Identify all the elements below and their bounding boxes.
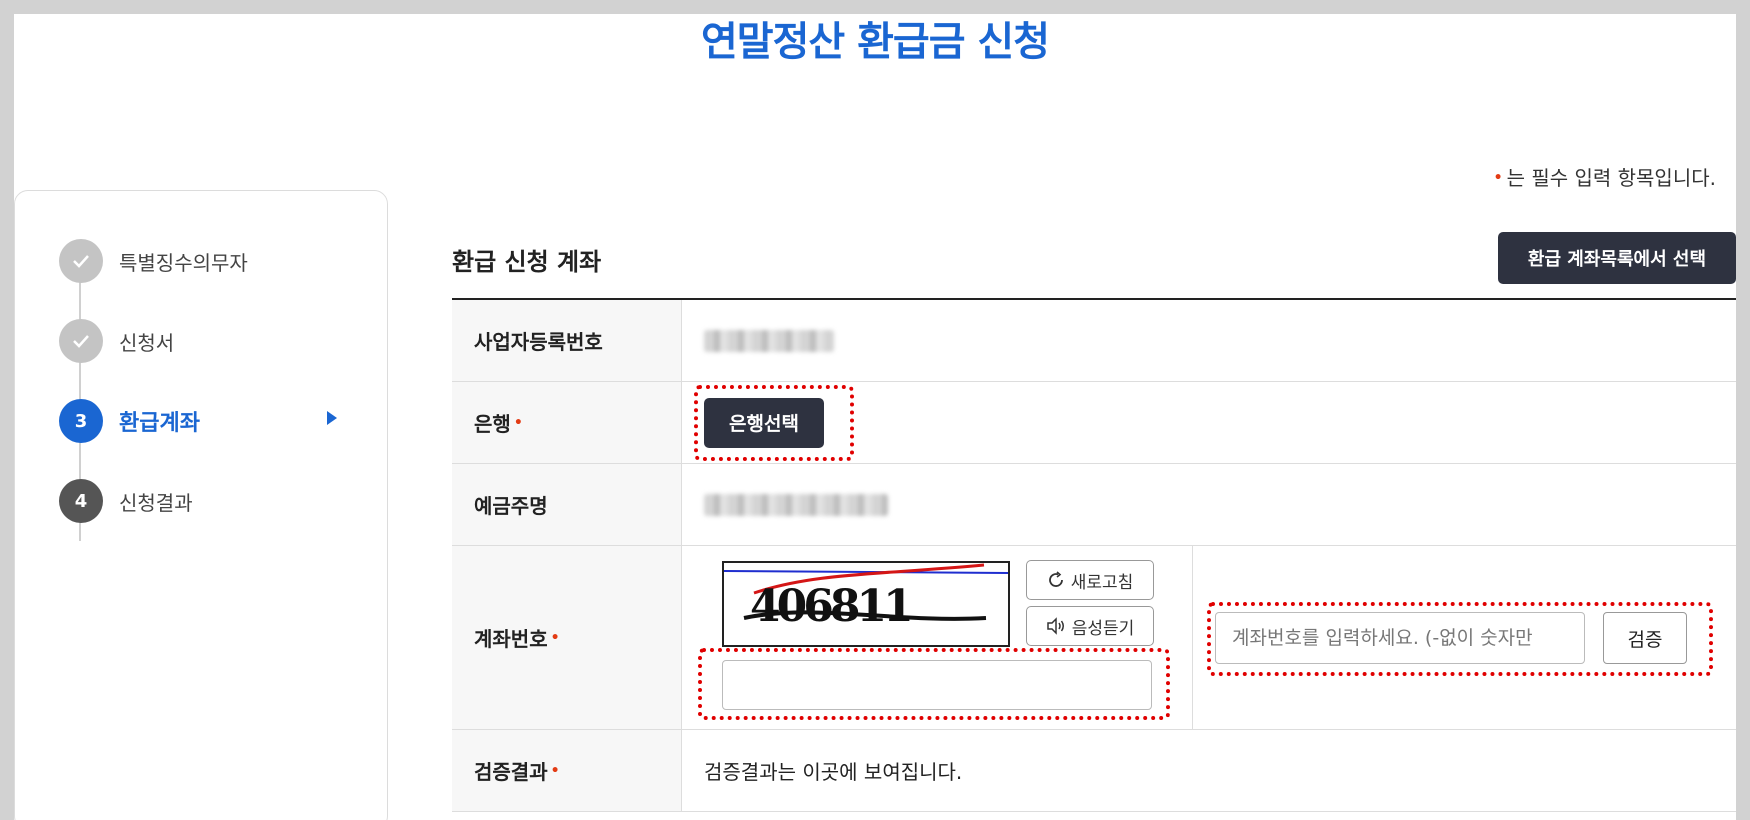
refresh-icon — [1048, 571, 1063, 587]
required-note-text: 는 필수 입력 항목입니다. — [1506, 166, 1716, 190]
step-refund-account[interactable]: 3 환급계좌 — [59, 399, 369, 443]
account-number-area: 검증 — [1193, 546, 1736, 729]
step-number: 3 — [59, 399, 103, 443]
form-row-business-no: 사업자등록번호 — [452, 300, 1736, 382]
depositor-label: 예금주명 — [452, 464, 682, 545]
required-marker: • — [1493, 170, 1503, 186]
bank-label: 은행 • — [452, 382, 682, 463]
step-label: 신청결과 — [119, 490, 193, 515]
svg-text:406811: 406811 — [750, 581, 910, 632]
refund-account-form: 사업자등록번호 은행 • 은행선택 예금주명 계좌번호 • 406811 새로고… — [452, 298, 1736, 812]
check-icon — [59, 239, 103, 283]
step-special-withholding[interactable]: 특별징수의무자 — [59, 239, 369, 283]
form-row-depositor: 예금주명 — [452, 464, 1736, 546]
current-step-arrow-icon — [327, 411, 337, 425]
step-label: 환급계좌 — [119, 411, 200, 436]
highlight-box — [698, 648, 1170, 720]
masked-value — [704, 493, 888, 516]
account-label: 계좌번호 • — [452, 546, 682, 729]
captcha-image: 406811 — [722, 561, 1010, 647]
business-no-value — [682, 300, 1736, 381]
result-label: 검증결과 • — [452, 730, 682, 811]
section-title: 환급 신청 계좌 — [452, 248, 602, 276]
form-row-bank: 은행 • 은행선택 — [452, 382, 1736, 464]
step-label: 특별징수의무자 — [119, 250, 248, 275]
bank-value: 은행선택 — [682, 382, 1736, 463]
step-label: 신청서 — [119, 330, 175, 355]
captcha-refresh-button[interactable]: 새로고침 — [1026, 560, 1154, 600]
check-icon — [59, 319, 103, 363]
depositor-value — [682, 464, 1736, 545]
select-from-account-list-button[interactable]: 환급 계좌목록에서 선택 — [1498, 232, 1736, 284]
highlight-box — [694, 385, 854, 461]
speaker-icon — [1046, 617, 1064, 635]
captcha-area: 406811 새로고침 음성듣기 — [682, 546, 1193, 730]
page-title: 연말정산 환급금 신청 — [700, 19, 1050, 65]
highlight-box — [1207, 602, 1713, 676]
page: 연말정산 환급금 신청 • 는 필수 입력 항목입니다. 특별징수의무자 신청서 … — [14, 14, 1736, 820]
form-row-account: 계좌번호 • 406811 새로고침 음성듣기 계좌번호를 입력하세요. (-없… — [452, 546, 1736, 730]
masked-value — [704, 329, 834, 352]
required-note: • 는 필수 입력 항목입니다. — [1494, 162, 1716, 191]
step-navigator: 특별징수의무자 신청서 3 환급계좌 4 신청결과 — [14, 190, 388, 820]
step-number: 4 — [59, 479, 103, 523]
captcha-audio-button[interactable]: 음성듣기 — [1026, 606, 1154, 646]
form-row-result: 검증결과 • 검증결과는 이곳에 보여집니다. — [452, 730, 1736, 812]
business-no-label: 사업자등록번호 — [452, 300, 682, 381]
step-application[interactable]: 신청서 — [59, 319, 369, 363]
verification-result-text: 검증결과는 이곳에 보여집니다. — [704, 760, 963, 784]
step-result[interactable]: 4 신청결과 — [59, 479, 369, 523]
